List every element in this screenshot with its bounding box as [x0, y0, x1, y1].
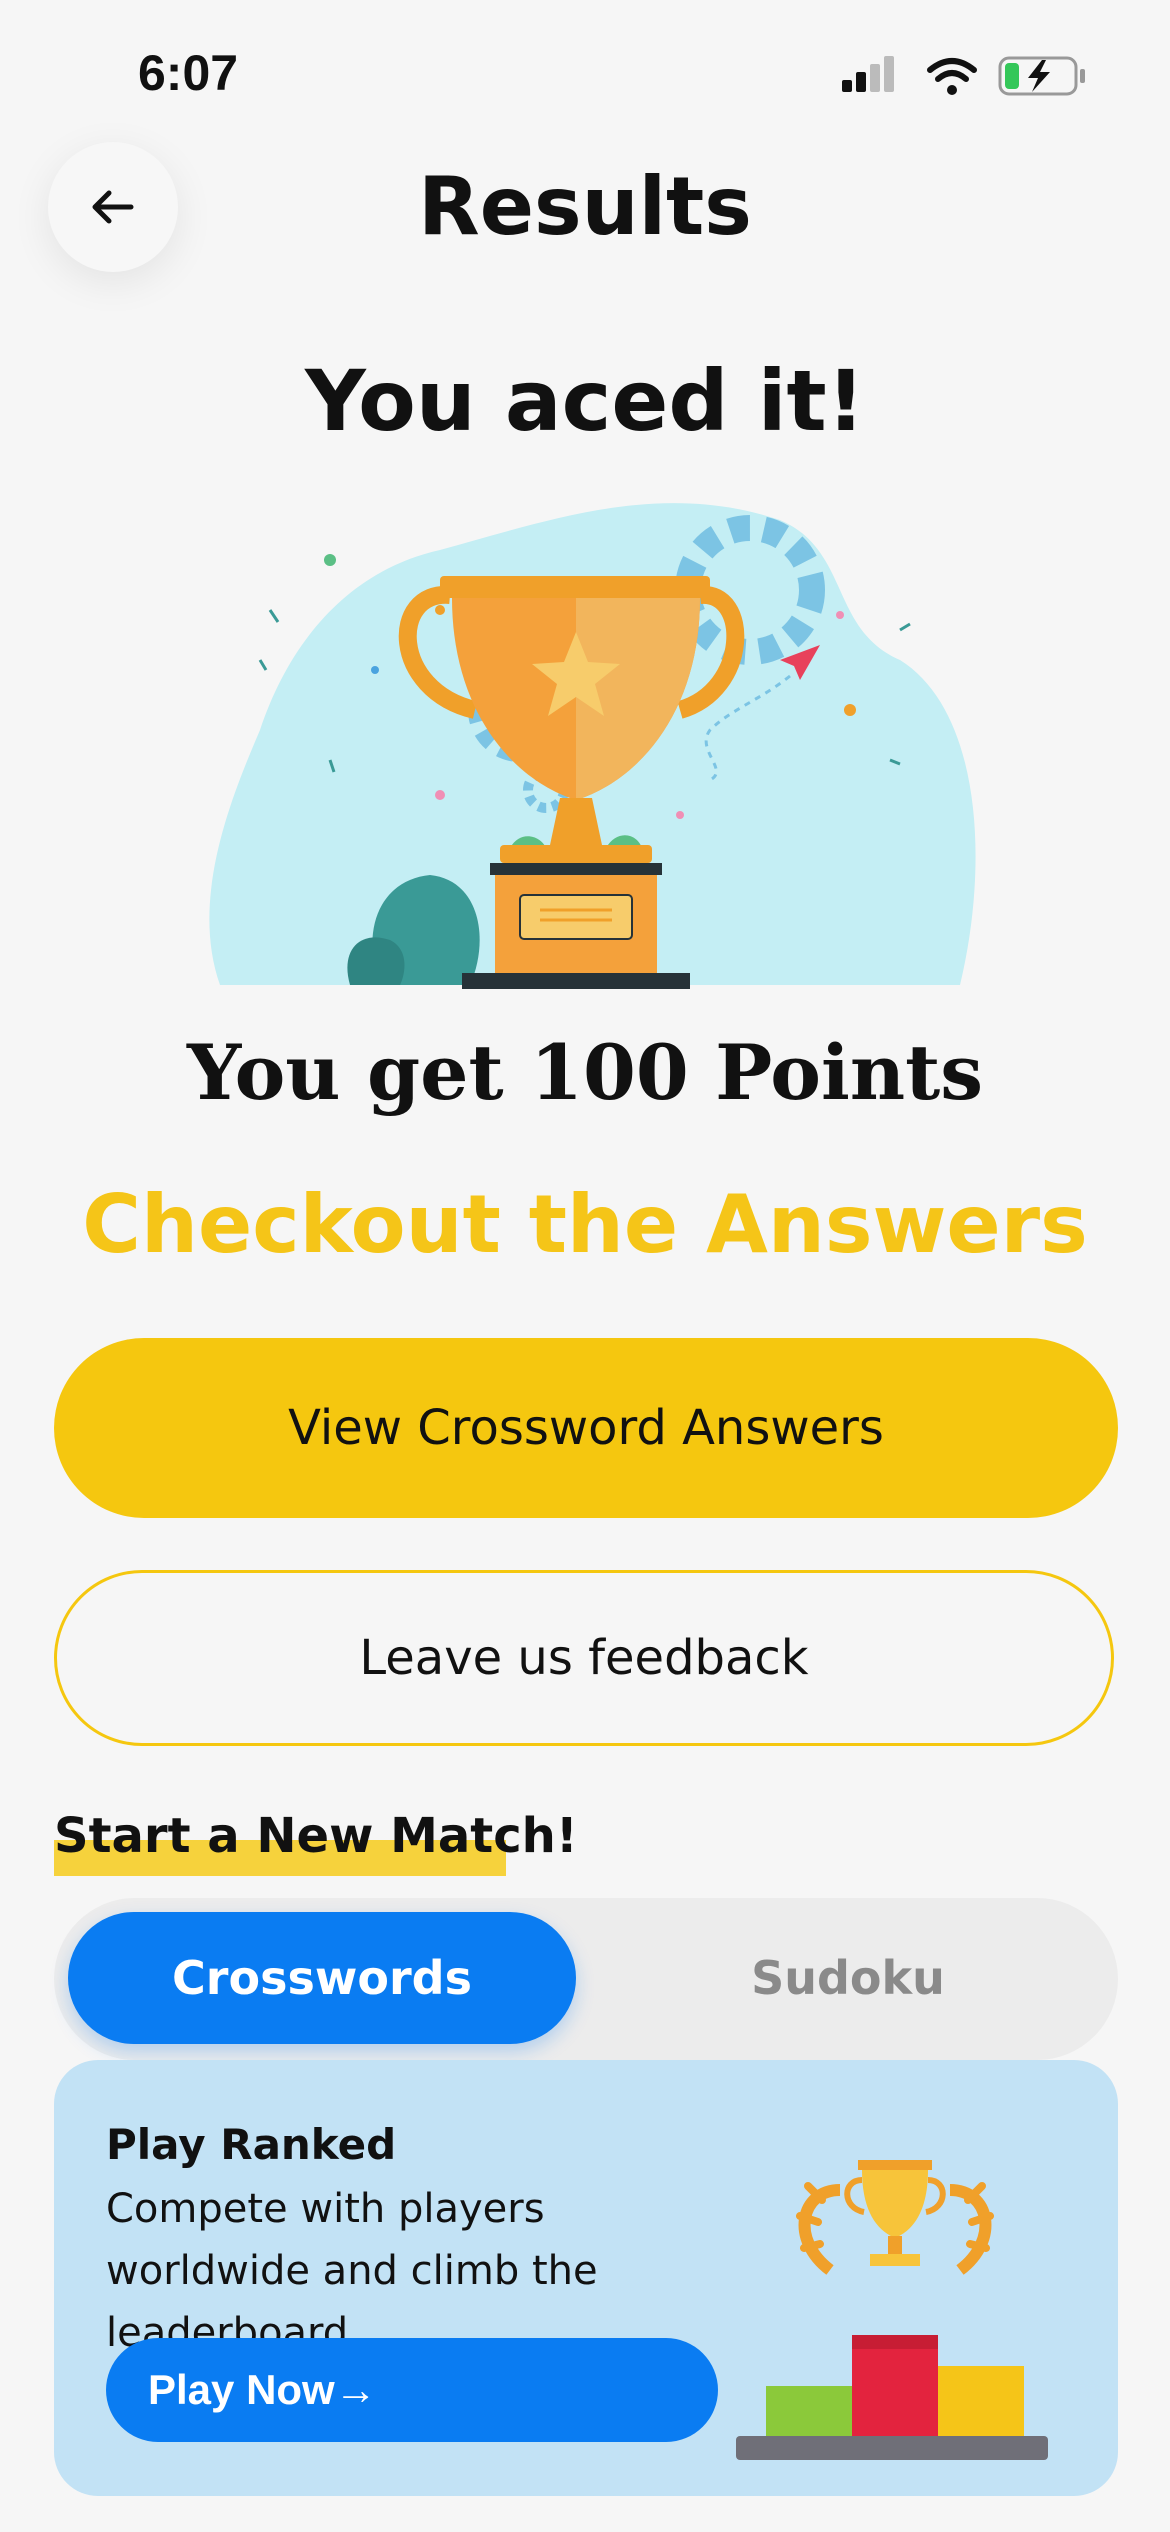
checkout-title: Checkout the Answers [82, 1178, 1088, 1271]
play-ranked-card: Play Ranked Compete with players worldwi… [54, 2060, 1118, 2496]
trophy-illustration [209, 503, 976, 989]
points-text: You get 100 Points [186, 1028, 984, 1117]
status-time: 6:07 [138, 45, 239, 101]
wifi-icon [927, 58, 977, 95]
card-description: Compete with players worldwide and climb… [106, 2186, 598, 2356]
status-icons [842, 56, 1085, 96]
page-title: Results [418, 160, 752, 253]
tab-crosswords[interactable]: Crosswords [68, 1912, 576, 2044]
view-answers-button[interactable]: View Crossword Answers [54, 1338, 1118, 1518]
tab-sudoku[interactable]: Sudoku [590, 1912, 1106, 2044]
signal-icon [842, 56, 894, 92]
play-now-button[interactable]: Play Now→ [106, 2338, 718, 2442]
result-headline: You aced it! [305, 352, 865, 450]
podium-illustration [736, 2160, 1048, 2460]
battery-charging-icon [998, 56, 1085, 96]
feedback-button[interactable]: Leave us feedback [54, 1570, 1114, 1746]
card-title: Play Ranked [106, 2120, 397, 2169]
section-title: Start a New Match! [54, 1808, 578, 1864]
